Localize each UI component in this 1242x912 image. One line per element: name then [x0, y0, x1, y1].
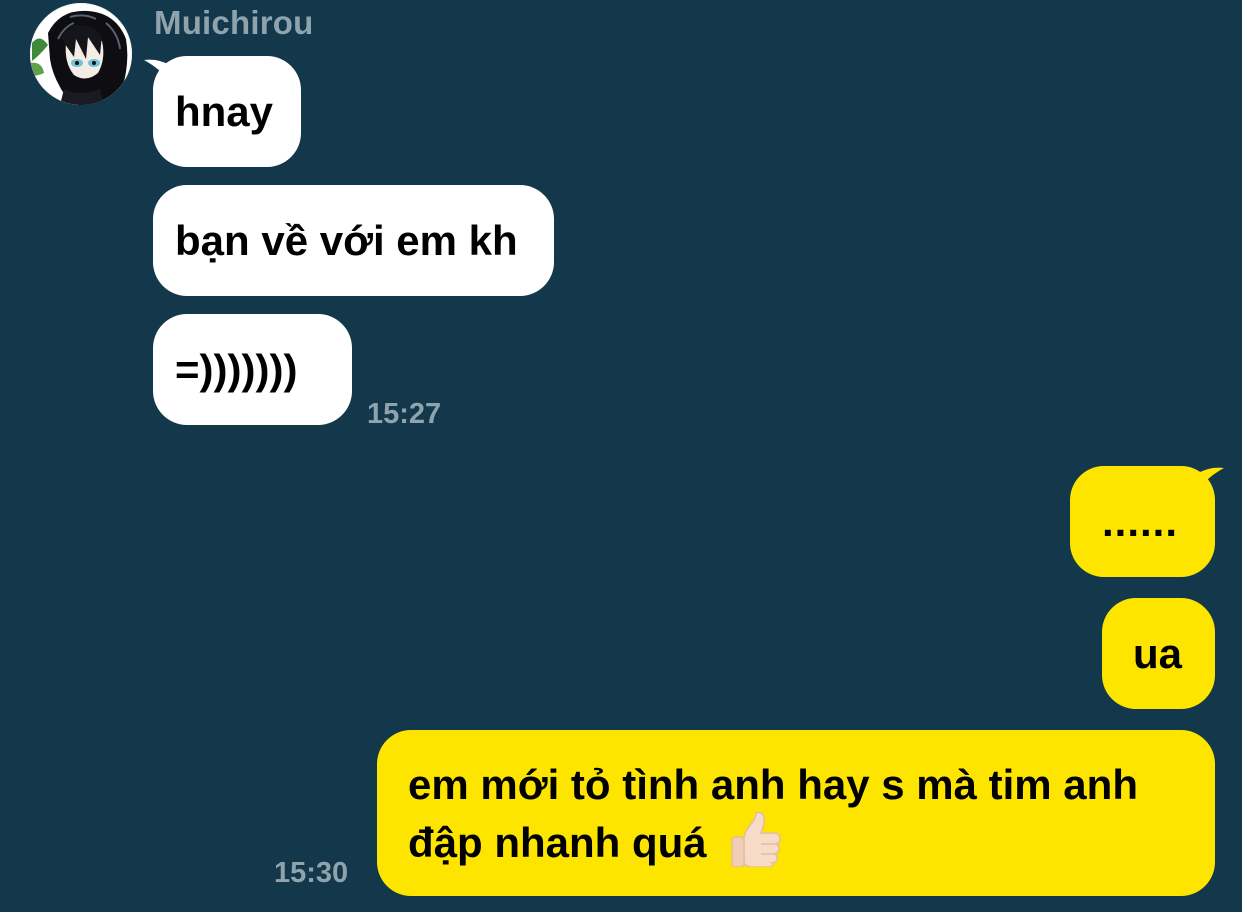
contact-avatar[interactable]	[30, 3, 132, 105]
outgoing-message[interactable]: ......	[1070, 466, 1215, 577]
message-text: bạn về với em kh	[175, 216, 518, 264]
contact-name: Muichirou	[154, 4, 314, 41]
message-text-line-2: đập nhanh quá	[408, 811, 784, 869]
message-text: đập nhanh quá	[408, 818, 707, 866]
incoming-timestamp: 15:27	[367, 398, 442, 430]
incoming-message[interactable]: hnay	[153, 56, 301, 167]
outgoing-timestamp: 15:30	[274, 857, 349, 889]
message-text: hnay	[175, 87, 274, 135]
message-text: ua	[1133, 629, 1183, 677]
message-text: =)))))))	[175, 345, 298, 393]
outgoing-message[interactable]: ua	[1102, 598, 1215, 709]
outgoing-message[interactable]: em mới tỏ tình anh hay s mà tim anh đập …	[377, 730, 1215, 896]
thumbs-up-icon	[731, 811, 782, 867]
message-text: ......	[1102, 497, 1179, 545]
incoming-message[interactable]: =)))))))	[153, 314, 352, 425]
anime-avatar-icon	[30, 3, 132, 105]
incoming-message[interactable]: bạn về với em kh	[153, 185, 554, 296]
message-text-line-1: em mới tỏ tình anh hay s mà tim anh	[408, 760, 1138, 808]
chat-thread: Muichirou hnay bạn về với em kh =)))))))…	[0, 0, 1242, 912]
